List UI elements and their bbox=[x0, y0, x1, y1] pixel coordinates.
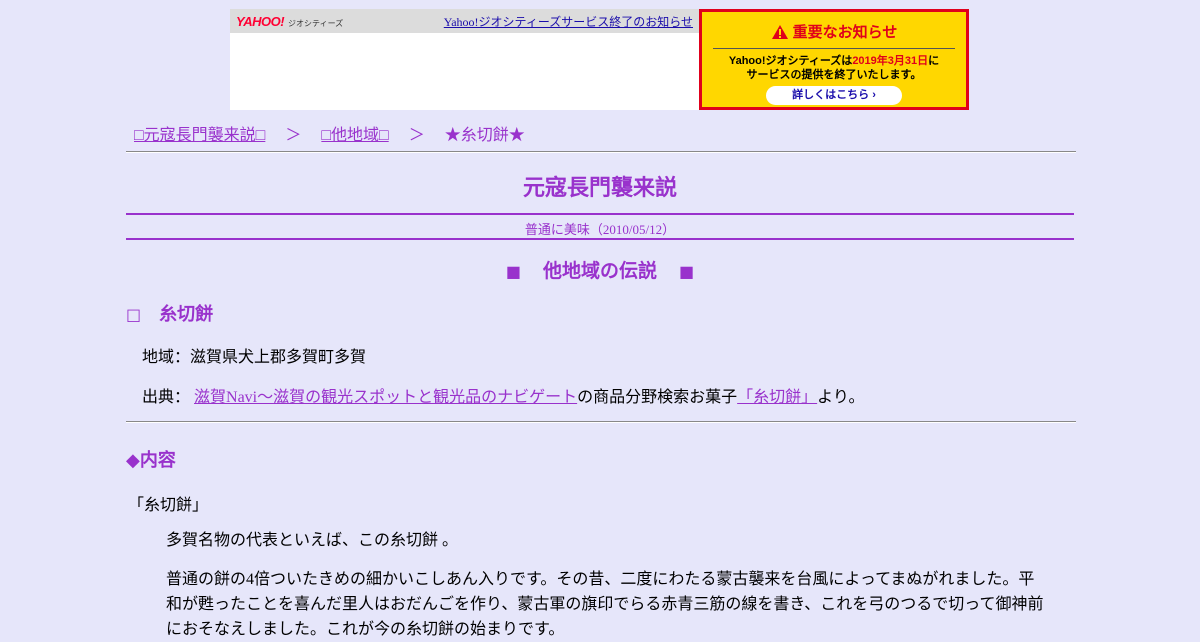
story-paragraph: 多賀名物の代表といえば、この糸切餅 。 bbox=[166, 532, 459, 549]
section-heading-text: 他地域の伝説 bbox=[542, 260, 657, 282]
source-label: 出典： bbox=[142, 389, 191, 406]
breadcrumb-separator: ＞ bbox=[285, 127, 302, 144]
title-rule-top bbox=[126, 213, 1074, 215]
story-title: 「糸切餅」 bbox=[128, 497, 209, 514]
source-line: 出典： 滋賀Navi～滋賀の観光スポットと観光品のナビゲートの商品分野検索お菓子… bbox=[142, 383, 865, 407]
item-heading-box: □ bbox=[126, 305, 142, 324]
heading-square-left: ■ bbox=[505, 262, 521, 281]
breadcrumb-current: ★糸切餅★ bbox=[444, 127, 525, 144]
important-notice-banner[interactable]: 重要なお知らせ Yahoo!ジオシティーズは2019年3月31日に サービスの提… bbox=[699, 9, 969, 110]
source-product-link[interactable]: 「糸切餅」 bbox=[737, 389, 817, 406]
yahoo-logo[interactable]: YAHOO! ジオシティーズ bbox=[236, 15, 343, 28]
notice-body: Yahoo!ジオシティーズは2019年3月31日に サービスの提供を終了いたしま… bbox=[702, 54, 966, 82]
notice-body-line2: サービスの提供を終了いたします。 bbox=[746, 69, 922, 81]
content-heading: ◆内容 bbox=[126, 450, 176, 471]
divider bbox=[126, 151, 1076, 153]
notice-divider bbox=[713, 48, 955, 49]
source-site-link[interactable]: 滋賀Navi～滋賀の観光スポットと観光品のナビゲート bbox=[194, 389, 577, 406]
yahoo-topline: YAHOO! ジオシティーズ Yahoo!ジオシティーズサービス終了のお知らせ bbox=[230, 9, 699, 33]
source-suffix: より。 bbox=[817, 389, 865, 406]
breadcrumb-link-other-regions[interactable]: □他地域□ bbox=[321, 127, 388, 144]
yahoo-logo-sub: ジオシティーズ bbox=[288, 18, 344, 28]
yahoo-banner: YAHOO! ジオシティーズ Yahoo!ジオシティーズサービス終了のお知らせ bbox=[230, 9, 699, 110]
warning-icon bbox=[771, 24, 788, 39]
yahoo-logo-text: YAHOO! bbox=[236, 13, 285, 29]
notice-body-date: 2019年3月31日 bbox=[852, 55, 929, 67]
notice-body-suffix: に bbox=[928, 55, 940, 67]
item-heading-text: 糸切餅 bbox=[159, 304, 214, 325]
notice-title: 重要なお知らせ bbox=[702, 21, 966, 42]
service-end-notice-link[interactable]: Yahoo!ジオシティーズサービス終了のお知らせ bbox=[444, 13, 693, 30]
breadcrumb-link-home[interactable]: □元寇長門襲来説□ bbox=[134, 127, 265, 144]
section-heading: ■ 他地域の伝説 ■ bbox=[126, 256, 1074, 283]
notice-title-text: 重要なお知らせ bbox=[792, 24, 898, 41]
story-paragraph: 普通の餅の4倍ついたきめの細かいこしあん入りです。その昔、二度にわたる蒙古襲来を… bbox=[166, 571, 1044, 638]
region-line: 地域：滋賀県犬上郡多賀町多賀 bbox=[142, 349, 367, 366]
notice-body-prefix: Yahoo!ジオシティーズは bbox=[728, 55, 853, 67]
item-heading: □ 糸切餅 bbox=[126, 300, 213, 326]
breadcrumb-separator: ＞ bbox=[408, 127, 425, 144]
breadcrumb: □元寇長門襲来説□ ＞ □他地域□ ＞ ★糸切餅★ bbox=[134, 121, 525, 145]
source-middle: の商品分野検索お菓子 bbox=[577, 389, 738, 406]
heading-square-right: ■ bbox=[679, 262, 695, 281]
notice-details-button[interactable]: 詳しくはこちら › bbox=[766, 86, 902, 105]
page-subtitle: 普通に美味（2010/05/12） bbox=[524, 222, 676, 237]
site-title: 元寇長門襲来説 bbox=[522, 175, 677, 200]
title-rule-bottom bbox=[126, 238, 1074, 240]
divider bbox=[126, 421, 1076, 423]
